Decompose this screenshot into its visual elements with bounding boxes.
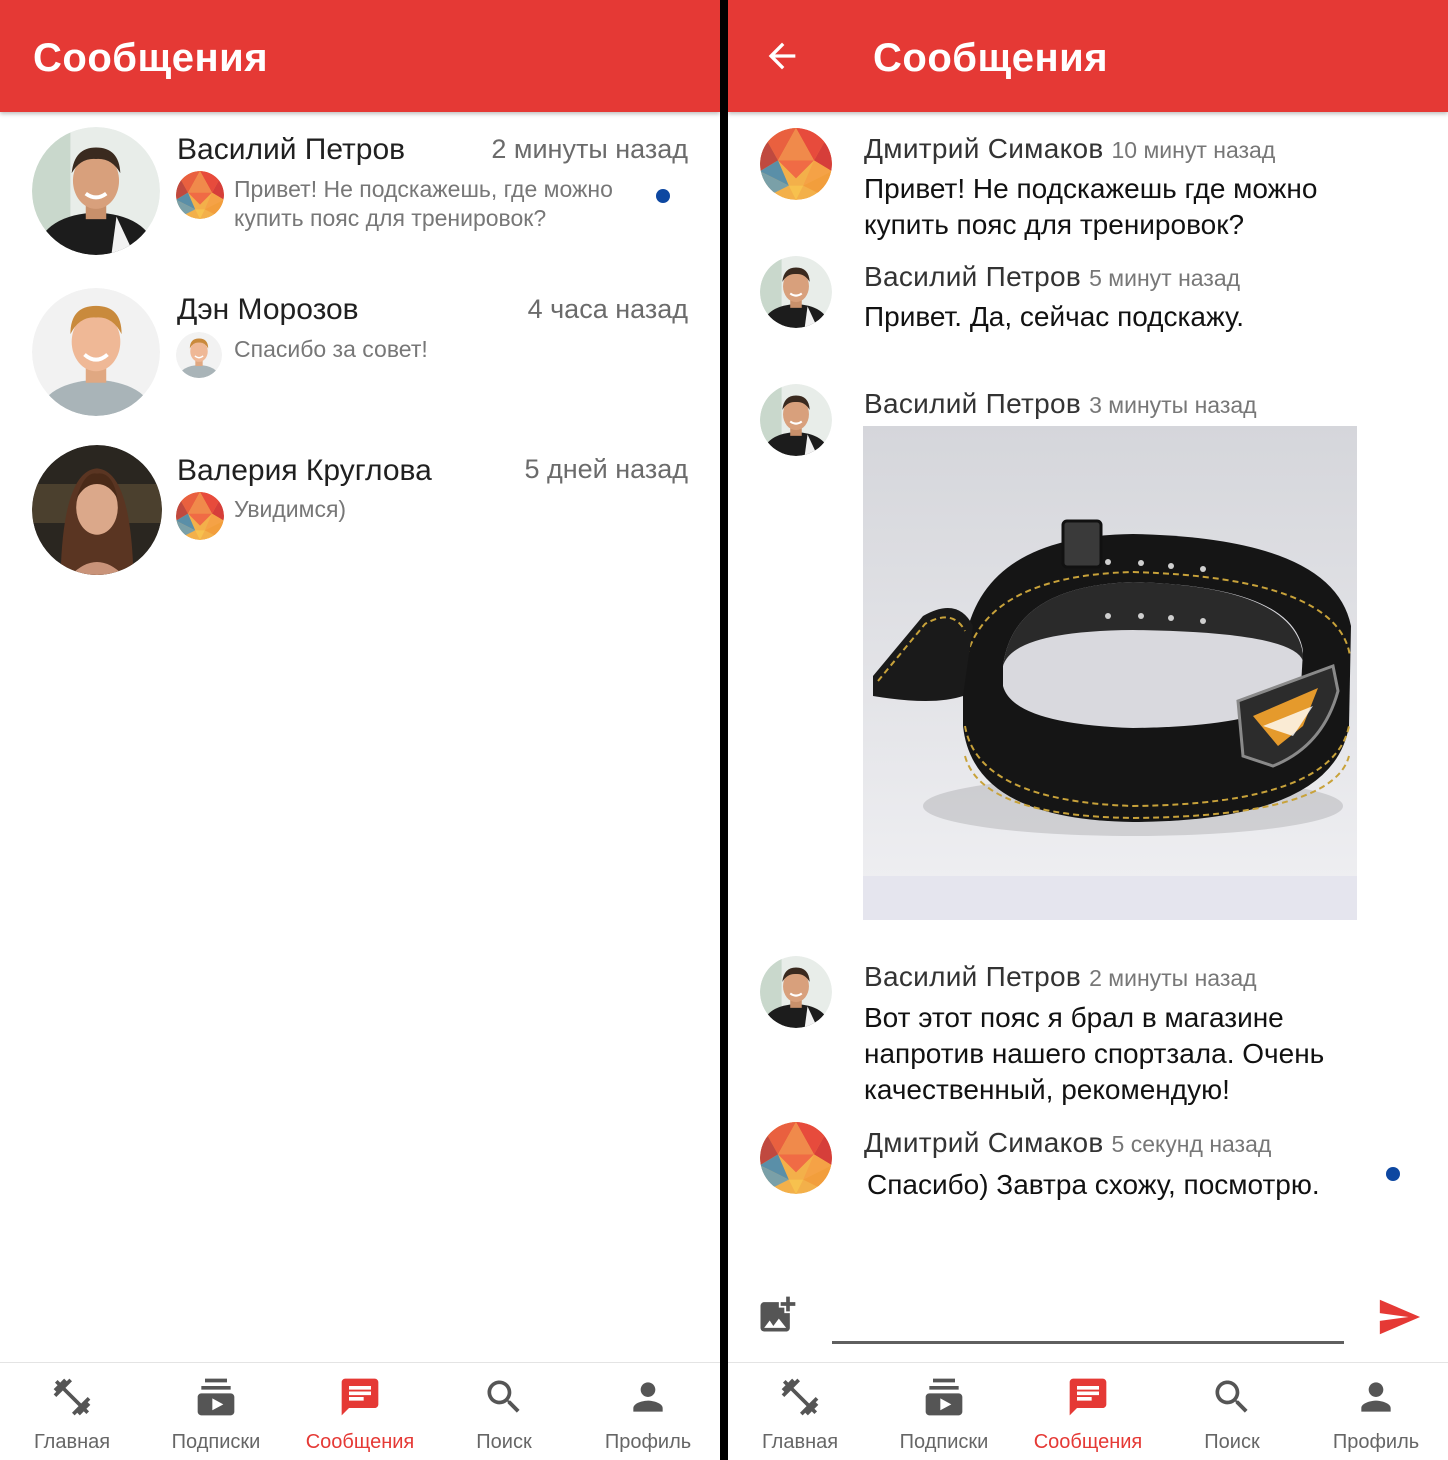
nav-item-messages[interactable]: Сообщения xyxy=(288,1363,432,1460)
belt-photo[interactable] xyxy=(863,426,1357,920)
message-icon xyxy=(1069,1378,1107,1416)
nav-label: Профиль xyxy=(604,1431,692,1453)
message-time: 5 минут назад xyxy=(1089,265,1241,291)
app-bar: Сообщения xyxy=(728,0,1448,112)
nav-label: Подписки xyxy=(899,1431,989,1453)
nav-label: Подписки xyxy=(171,1431,261,1453)
chat-time: 5 дней назад xyxy=(524,454,688,484)
chat-name: Валерия Круглова xyxy=(177,454,432,487)
message-author: Дмитрий Симаков 5 секунд назад xyxy=(864,1127,1271,1159)
message-icon xyxy=(341,1378,379,1416)
screen-divider xyxy=(720,0,728,1460)
bottom-nav: Главная Подписки Сообщения Поиск Профиль xyxy=(0,1362,720,1460)
message-time: 2 минуты назад xyxy=(1089,965,1257,991)
chat-name: Дэн Морозов xyxy=(177,293,359,326)
message-author: Дмитрий Симаков 10 минут назад xyxy=(864,133,1275,165)
avatar xyxy=(760,384,832,456)
chat-preview: Привет! Не подскажешь, где можно купить … xyxy=(234,176,613,231)
add-photo-icon[interactable] xyxy=(755,1293,799,1337)
chat-list-item[interactable]: Валерия Круглова 5 дней назад Увидимся) xyxy=(0,440,720,590)
message-time: 3 минуты назад xyxy=(1089,392,1257,418)
search-icon xyxy=(1215,1380,1248,1413)
message-text: Вот этот пояс я брал в магазине напротив… xyxy=(864,1002,1325,1105)
chat-name: Василий Петров xyxy=(177,133,406,166)
avatar xyxy=(760,956,832,1028)
message-author: Василий Петров 2 минуты назад xyxy=(864,961,1257,993)
dumbbell-icon xyxy=(781,1378,819,1416)
avatar xyxy=(32,445,162,575)
subscriptions-icon xyxy=(197,1378,235,1416)
avatar-small xyxy=(176,332,222,378)
message-author: Василий Петров 3 минуты назад xyxy=(864,388,1257,420)
nav-item-profile[interactable]: Профиль xyxy=(1304,1363,1448,1460)
chat-list-item[interactable]: Дэн Морозов 4 часа назад Спасибо за сове… xyxy=(0,280,720,430)
message-time: 5 секунд назад xyxy=(1111,1131,1272,1157)
weightlifting-belt-image xyxy=(863,426,1357,920)
nav-item-home[interactable]: Главная xyxy=(0,1363,144,1460)
nav-label: Сообщения xyxy=(1033,1431,1143,1453)
nav-label: Профиль xyxy=(1332,1431,1420,1453)
person-icon xyxy=(1361,1382,1391,1412)
chat-list-screen: Сообщения Василий Петров 2 минуты назад … xyxy=(0,0,720,1460)
page-title: Сообщения xyxy=(33,36,269,80)
author-name: Дмитрий Симаков xyxy=(864,1127,1104,1158)
nav-item-profile[interactable]: Профиль xyxy=(576,1363,720,1460)
app-bar: Сообщения xyxy=(0,0,720,112)
nav-item-subscriptions[interactable]: Подписки xyxy=(144,1363,288,1460)
page-title: Сообщения xyxy=(873,36,1109,80)
nav-item-home[interactable]: Главная xyxy=(728,1363,872,1460)
message-input[interactable] xyxy=(832,1300,1344,1344)
avatar xyxy=(32,288,160,416)
unread-indicator xyxy=(656,189,670,203)
person-icon xyxy=(633,1382,663,1412)
chat-time: 4 часа назад xyxy=(527,294,688,324)
nav-item-subscriptions[interactable]: Подписки xyxy=(872,1363,1016,1460)
message-author: Василий Петров 5 минут назад xyxy=(864,261,1240,293)
avatar xyxy=(760,256,832,328)
chat-preview: Увидимся) xyxy=(234,496,347,522)
chat-preview: Спасибо за совет! xyxy=(234,336,428,362)
nav-label: Главная xyxy=(761,1431,839,1453)
message-text: Привет! Не подскажешь где можно купить п… xyxy=(864,173,1318,240)
chat-time: 2 минуты назад xyxy=(491,134,688,164)
unread-indicator xyxy=(1386,1167,1400,1181)
nav-label: Сообщения xyxy=(305,1431,415,1453)
avatar xyxy=(760,1122,832,1194)
send-icon[interactable] xyxy=(1376,1294,1422,1340)
nav-item-messages[interactable]: Сообщения xyxy=(1016,1363,1160,1460)
nav-label: Поиск xyxy=(1204,1431,1260,1453)
nav-item-search[interactable]: Поиск xyxy=(432,1363,576,1460)
avatar-small xyxy=(176,171,224,219)
subscriptions-icon xyxy=(925,1378,963,1416)
avatar xyxy=(760,128,832,200)
chat-list-item[interactable]: Василий Петров 2 минуты назад Привет! Не… xyxy=(0,120,720,270)
message-text: Спасибо) Завтра схожу, посмотрю. xyxy=(867,1169,1320,1200)
author-name: Дмитрий Симаков xyxy=(864,133,1104,164)
nav-item-search[interactable]: Поиск xyxy=(1160,1363,1304,1460)
bottom-nav: Главная Подписки Сообщения Поиск Профиль xyxy=(728,1362,1448,1460)
search-icon xyxy=(487,1380,520,1413)
back-arrow-icon[interactable] xyxy=(762,36,802,76)
nav-label: Главная xyxy=(33,1431,111,1453)
author-name: Василий Петров xyxy=(864,261,1082,292)
avatar-small xyxy=(176,492,224,540)
author-name: Василий Петров xyxy=(864,388,1082,419)
author-name: Василий Петров xyxy=(864,961,1082,992)
message-time: 10 минут назад xyxy=(1111,137,1276,163)
dumbbell-icon xyxy=(53,1378,91,1416)
nav-label: Поиск xyxy=(476,1431,532,1453)
message-text: Привет. Да, сейчас подскажу. xyxy=(864,301,1244,332)
avatar xyxy=(32,127,160,255)
